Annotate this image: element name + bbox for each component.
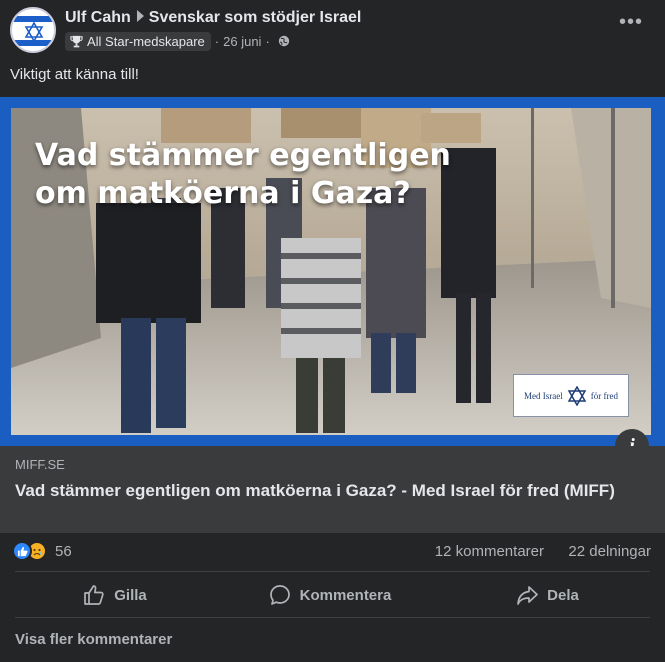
trophy-icon: [70, 35, 83, 47]
like-button[interactable]: Gilla: [0, 573, 230, 617]
badge-label: All Star-medskapare: [87, 33, 205, 49]
post-caption: Viktigt att känna till!: [10, 66, 139, 83]
author-avatar[interactable]: [10, 7, 56, 53]
post-header: Ulf Cahn Svenskar som stödjer Israel All …: [10, 7, 655, 57]
logo-text-right: för fred: [590, 390, 618, 401]
like-label: Gilla: [114, 586, 147, 604]
like-reaction-icon: [12, 541, 32, 561]
facebook-post: Ulf Cahn Svenskar som stödjer Israel All …: [0, 0, 665, 662]
globe-icon: [278, 35, 289, 47]
divider: [15, 617, 650, 618]
meta-separator: ·: [214, 33, 220, 49]
comment-button[interactable]: Kommentera: [230, 573, 430, 617]
miff-logo: Med Israel för fred: [513, 374, 629, 417]
share-label: Dela: [547, 586, 579, 604]
view-more-comments-link[interactable]: Visa fler kommentarer: [15, 631, 172, 648]
comments-count[interactable]: 12 kommentarer: [435, 543, 544, 560]
thumbs-up-icon: [84, 585, 104, 605]
post-actions: Gilla Kommentera Dela: [0, 573, 665, 617]
comment-bubble-icon: [269, 585, 290, 605]
reactions-summary[interactable]: 56: [12, 541, 72, 561]
share-button[interactable]: Dela: [430, 573, 665, 617]
engagement-stats: 56 12 kommentarer 22 delningar: [10, 538, 655, 566]
contributor-badge[interactable]: All Star-medskapare: [65, 31, 211, 51]
group-name[interactable]: Svenskar som stödjer Israel: [149, 9, 362, 26]
caret-right-icon: [136, 10, 144, 22]
more-options-button[interactable]: •••: [619, 12, 643, 32]
star-of-david-icon: [567, 385, 587, 406]
logo-text-left: Med Israel: [524, 390, 563, 401]
post-meta: All Star-medskapare · 26 juni ·: [65, 30, 290, 52]
post-title-line: Ulf Cahn Svenskar som stödjer Israel: [65, 9, 361, 27]
meta-separator-2: ·: [265, 33, 270, 49]
author-name[interactable]: Ulf Cahn: [65, 9, 131, 26]
divider: [15, 571, 650, 572]
link-preview-caption[interactable]: MIFF.SE Vad stämmer egentligen om matköe…: [0, 446, 665, 533]
link-title[interactable]: Vad stämmer egentligen om matköerna i Ga…: [15, 480, 645, 502]
image-headline: Vad stämmer egentligen om matköerna i Ga…: [35, 137, 451, 213]
link-preview-image[interactable]: Vad stämmer egentligen om matköerna i Ga…: [0, 97, 665, 446]
image-headline-line-2: om matköerna i Gaza?: [35, 176, 411, 211]
comment-label: Kommentera: [299, 586, 392, 604]
star-of-david-icon: [24, 22, 44, 42]
link-domain: MIFF.SE: [15, 457, 65, 472]
reactions-count: 56: [55, 542, 72, 560]
shares-count[interactable]: 22 delningar: [568, 543, 651, 560]
post-date[interactable]: 26 juni: [223, 34, 261, 49]
image-headline-line-1: Vad stämmer egentligen: [35, 138, 451, 173]
share-arrow-icon: [517, 586, 539, 605]
